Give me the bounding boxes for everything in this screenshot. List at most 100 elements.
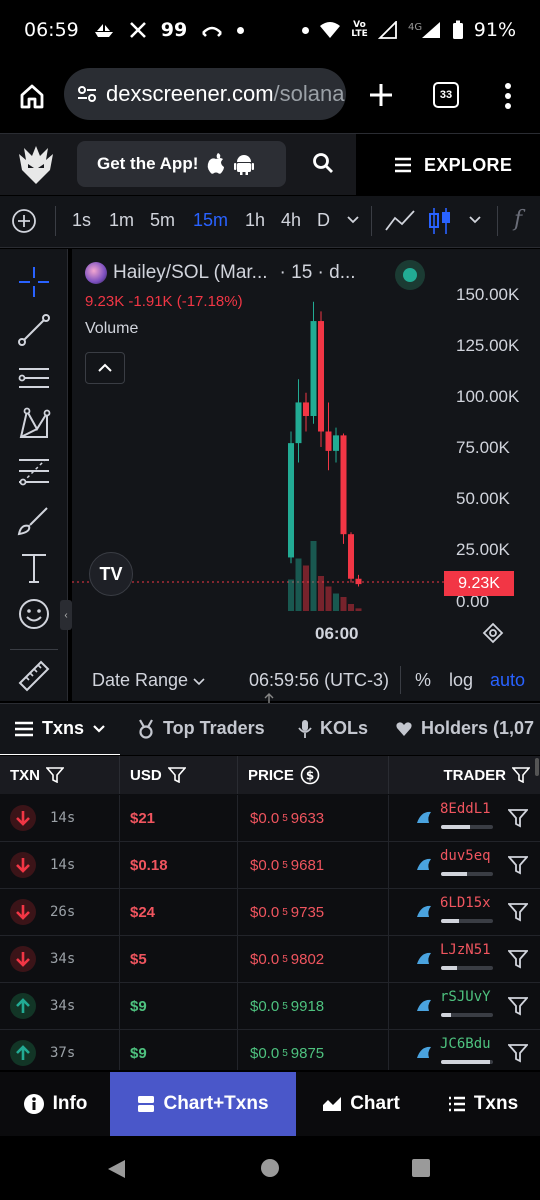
more-menu-icon[interactable] xyxy=(500,82,516,110)
column-header-trader[interactable]: TRADER xyxy=(389,756,540,794)
candle-body[interactable] xyxy=(288,443,294,558)
chevron-down-icon[interactable] xyxy=(346,215,360,225)
horizontal-lines-icon[interactable] xyxy=(17,361,51,395)
clock-readout[interactable]: 06:59:56 (UTC-3) xyxy=(249,670,389,691)
filter-icon[interactable] xyxy=(508,808,528,828)
trader-address[interactable]: JC6Bdu xyxy=(440,1036,491,1052)
filter-icon[interactable] xyxy=(508,949,528,969)
dexscreener-logo-icon[interactable] xyxy=(16,144,56,186)
emoji-icon[interactable] xyxy=(17,597,51,631)
filter-icon[interactable] xyxy=(508,902,528,922)
column-header-price[interactable]: PRICE $ xyxy=(238,756,389,794)
filter-icon[interactable] xyxy=(512,767,530,783)
collapse-legend-button[interactable] xyxy=(85,352,125,384)
table-scrollbar[interactable] xyxy=(535,758,539,776)
tab-txns[interactable]: Txns xyxy=(14,718,106,739)
filter-icon[interactable] xyxy=(46,767,64,783)
explore-button[interactable]: EXPLORE xyxy=(356,134,540,196)
table-row[interactable]: 34s $9 $0.0 5 9918 rSJUvY xyxy=(0,983,540,1030)
candle-body[interactable] xyxy=(318,321,324,432)
volume-bar xyxy=(288,579,294,611)
column-header-txn[interactable]: TXN xyxy=(0,756,120,794)
candle-body[interactable] xyxy=(310,321,317,416)
add-indicator-icon[interactable] xyxy=(11,208,37,234)
new-tab-icon[interactable] xyxy=(368,82,394,108)
percent-scale-button[interactable]: % xyxy=(415,670,431,691)
nav-info-button[interactable]: Info xyxy=(0,1072,110,1136)
candlestick-chart[interactable] xyxy=(72,249,540,701)
toolbar-collapse-handle[interactable]: ‹ xyxy=(60,600,72,630)
dollar-circle-icon[interactable]: $ xyxy=(300,765,320,785)
tab-top-traders[interactable]: Top Traders xyxy=(137,718,265,739)
filter-icon[interactable] xyxy=(167,767,186,783)
table-row[interactable]: 14s $21 $0.0 5 9633 8EddL1 xyxy=(0,795,540,842)
candle-body[interactable] xyxy=(295,402,302,444)
filter-icon[interactable] xyxy=(508,996,528,1016)
brush-icon[interactable] xyxy=(17,504,51,538)
address-bar[interactable]: dexscreener.com/solana xyxy=(64,68,346,120)
fib-retracement-icon[interactable] xyxy=(17,454,51,488)
tradingview-logo-icon[interactable]: TV xyxy=(89,552,133,596)
candle-body[interactable] xyxy=(325,431,332,451)
timeframe-d[interactable]: D xyxy=(317,210,330,231)
trader-address[interactable]: duv5eq xyxy=(440,848,491,864)
toolbar-divider xyxy=(55,206,56,236)
timeframe-4h[interactable]: 4h xyxy=(281,210,301,231)
candle-body[interactable] xyxy=(303,402,309,416)
search-icon[interactable] xyxy=(312,152,334,174)
table-header: TXN USD PRICE $ TRADER xyxy=(0,756,540,794)
back-icon[interactable] xyxy=(105,1158,127,1180)
buy-arrow-icon xyxy=(10,993,36,1019)
home-button-icon[interactable] xyxy=(260,1158,280,1178)
text-tool-icon[interactable] xyxy=(17,551,51,585)
trader-address[interactable]: 6LD15x xyxy=(440,895,491,911)
timeframe-15m[interactable]: 15m xyxy=(193,210,228,231)
trader-address[interactable]: rSJUvY xyxy=(440,989,491,1005)
filter-icon[interactable] xyxy=(508,1043,528,1063)
get-app-button[interactable]: Get the App! xyxy=(77,141,286,187)
home-icon[interactable] xyxy=(18,82,46,110)
candles-icon[interactable] xyxy=(428,206,452,236)
usd-value: $0.18 xyxy=(130,856,168,874)
tab-kols[interactable]: KOLs xyxy=(298,718,368,739)
table-row[interactable]: 34s $5 $0.0 5 9802 LJzN51 xyxy=(0,936,540,983)
symbol-title[interactable]: Hailey/SOL (Mar... xyxy=(113,262,268,284)
trader-address[interactable]: 8EddL1 xyxy=(440,801,491,817)
recents-icon[interactable] xyxy=(411,1158,431,1178)
crosshair-icon[interactable] xyxy=(17,265,51,299)
column-label: TRADER xyxy=(443,766,507,784)
nav-txns-button[interactable]: Txns xyxy=(426,1072,540,1136)
log-scale-button[interactable]: log xyxy=(449,670,473,691)
trader-address[interactable]: LJzN51 xyxy=(440,942,491,958)
table-row[interactable]: 14s $0.18 $0.0 5 9681 duv5eq xyxy=(0,842,540,889)
filter-icon[interactable] xyxy=(508,855,528,875)
timeframe-1m[interactable]: 1m xyxy=(109,210,134,231)
indicators-fx-icon[interactable]: f xyxy=(514,207,522,232)
tab-switcher-button[interactable]: 33 xyxy=(433,82,459,108)
column-header-usd[interactable]: USD xyxy=(120,756,238,794)
nav-chart-button[interactable]: Chart xyxy=(296,1072,426,1136)
chart-pane[interactable] xyxy=(72,249,540,701)
table-row[interactable]: 26s $24 $0.0 5 9735 6LD15x xyxy=(0,889,540,936)
tab-holders[interactable]: Holders (1,07 xyxy=(395,718,534,739)
table-row[interactable]: 37s $9 $0.0 5 9875 JC6Bdu xyxy=(0,1030,540,1070)
nav-chart-txns-button[interactable]: Chart+Txns xyxy=(110,1072,296,1136)
pattern-icon[interactable] xyxy=(17,407,51,441)
site-settings-icon[interactable] xyxy=(76,83,98,105)
timeframe-1s[interactable]: 1s xyxy=(72,210,91,231)
auto-scale-button[interactable]: auto xyxy=(490,670,525,691)
token-avatar xyxy=(85,262,107,284)
chevron-down-icon[interactable] xyxy=(468,215,482,225)
timeframe-5m[interactable]: 5m xyxy=(150,210,175,231)
trend-line-icon[interactable] xyxy=(17,313,51,347)
date-range-button[interactable]: Date Range xyxy=(92,670,205,691)
candle-body[interactable] xyxy=(340,435,347,535)
candle-body[interactable] xyxy=(355,578,362,585)
candle-body[interactable] xyxy=(333,435,339,451)
line-chart-icon[interactable] xyxy=(385,208,415,234)
ruler-icon[interactable] xyxy=(17,659,51,693)
candle-body[interactable] xyxy=(348,534,354,579)
reset-chart-icon[interactable] xyxy=(482,622,504,644)
trader-wallet-icon xyxy=(417,952,431,964)
timeframe-1h[interactable]: 1h xyxy=(245,210,265,231)
